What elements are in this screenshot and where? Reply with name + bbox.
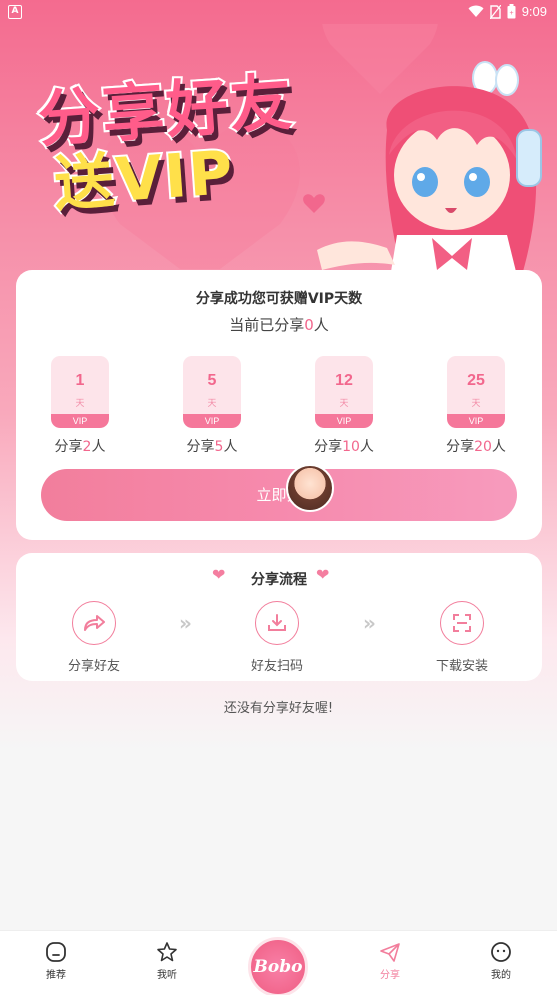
heart-decoration-icon: ❤: [316, 565, 330, 584]
tier-days: 25: [467, 372, 485, 389]
tier-label-suffix: 人: [91, 439, 106, 455]
send-icon: [380, 943, 400, 962]
face-icon: [491, 942, 511, 962]
share-count-value: 0: [304, 316, 314, 334]
tier-unit: 天: [471, 399, 481, 409]
scan-frame-icon: [440, 601, 484, 645]
anime-girl-mascot: [317, 61, 542, 296]
vip-reward-card: 分享成功您可获赠VIP天数 当前已分享0人 1 天 VIP 分享2人 5 天 V…: [16, 270, 542, 540]
tier-unit: 天: [207, 399, 217, 409]
chevron-double-right-icon: »: [179, 611, 192, 635]
download-tray-icon: [255, 601, 299, 645]
step-label: 分享好友: [67, 659, 120, 674]
tier-requirement: 分享10人: [304, 436, 384, 456]
status-bar: A + 9:09: [0, 0, 557, 24]
banner-title-line2: 送VIP: [50, 136, 239, 222]
tier-unit: 天: [339, 399, 349, 409]
step-label: 下载安装: [435, 659, 488, 674]
tier-label-suffix: 人: [359, 439, 374, 455]
nav-item-share[interactable]: 分享: [360, 941, 420, 981]
star-icon: [157, 942, 177, 962]
tier-days: 1: [75, 372, 85, 389]
share-arrow-icon: [72, 601, 116, 645]
tier-days: 12: [335, 372, 353, 389]
tier-vip-tag: VIP: [315, 414, 373, 428]
girl-avatar-icon: [286, 464, 334, 512]
tier-badge: 25 天 VIP: [447, 356, 505, 428]
share-count-prefix: 当前已分享: [229, 316, 305, 334]
nav-item-listen[interactable]: 我听: [137, 941, 197, 981]
tier-label-prefix: 分享: [54, 439, 83, 455]
svg-text:+: +: [509, 10, 513, 17]
tier-label-count: 10: [342, 439, 360, 455]
share-process-card: ❤ 分享流程 ❤ 分享好友 » 好友扫码 » 下载安装: [16, 553, 542, 681]
nav-label: 分享: [380, 970, 400, 981]
step-label: 好友扫码: [250, 659, 303, 674]
tier-label-prefix: 分享: [314, 439, 343, 455]
chevron-double-right-icon: »: [363, 611, 376, 635]
process-title: 分享流程: [251, 572, 307, 588]
tier-requirement: 分享5人: [172, 436, 252, 456]
tier-badge: 12 天 VIP: [315, 356, 373, 428]
nav-item-mine[interactable]: 我的: [471, 941, 531, 981]
home-icon: [46, 942, 66, 962]
process-step: 好友扫码: [232, 601, 322, 674]
tier-badge: 5 天 VIP: [183, 356, 241, 428]
empty-friends-text: 还没有分享好友喔!: [223, 701, 334, 716]
nav-label: 我听: [157, 970, 177, 981]
notification-a-icon: A: [8, 5, 22, 19]
process-step: 下载安装: [417, 601, 507, 674]
tier-label-prefix: 分享: [186, 439, 215, 455]
tier-unit: 天: [75, 399, 85, 409]
battery-icon: +: [507, 4, 516, 19]
reward-tier: 5 天 VIP 分享5人: [172, 356, 252, 456]
bobo-logo-button[interactable]: Bobo: [248, 937, 308, 995]
wifi-icon: [468, 5, 484, 17]
reward-tier: 1 天 VIP 分享2人: [40, 356, 120, 456]
reward-card-title: 分享成功您可获赠VIP天数: [195, 291, 363, 307]
no-sim-icon: [489, 4, 501, 19]
tier-vip-tag: VIP: [183, 414, 241, 428]
tier-vip-tag: VIP: [447, 414, 505, 428]
tier-vip-tag: VIP: [51, 414, 109, 428]
nav-item-recommend[interactable]: 推荐: [26, 941, 86, 981]
share-now-button[interactable]: 立即分: [41, 469, 517, 521]
share-count-suffix: 人: [313, 316, 329, 334]
tier-label-suffix: 人: [223, 439, 238, 455]
share-count-text: 当前已分享0人: [16, 314, 542, 335]
tier-label-suffix: 人: [491, 439, 506, 455]
tier-label-count: 20: [474, 439, 492, 455]
tier-badge: 1 天 VIP: [51, 356, 109, 428]
tier-requirement: 分享20人: [436, 436, 516, 456]
reward-tier: 12 天 VIP 分享10人: [304, 356, 384, 456]
clock: 9:09: [521, 4, 547, 19]
nav-label: 我的: [491, 970, 511, 981]
nav-label: 推荐: [46, 970, 66, 981]
tier-days: 5: [207, 372, 217, 389]
reward-tier: 25 天 VIP 分享20人: [436, 356, 516, 456]
process-step: 分享好友: [49, 601, 139, 674]
tier-requirement: 分享2人: [40, 436, 120, 456]
tier-label-prefix: 分享: [446, 439, 475, 455]
promo-banner: 分享好友 送VIP: [0, 24, 557, 296]
